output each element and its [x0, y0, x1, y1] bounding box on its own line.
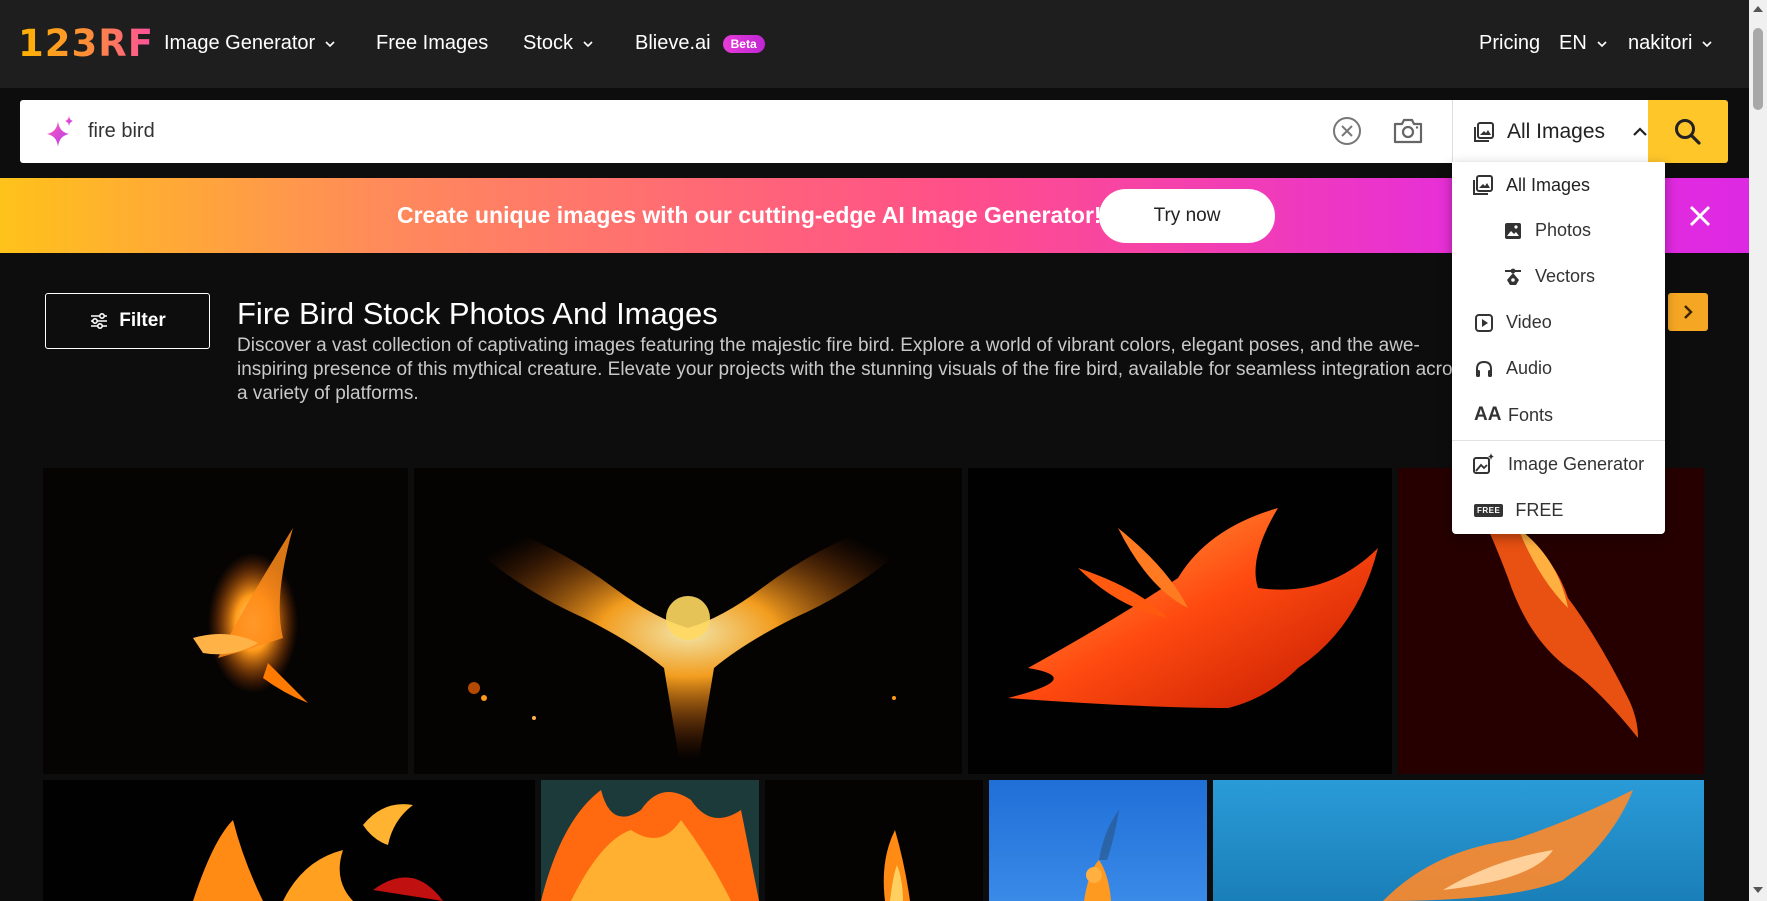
- fire-bird-image: [193, 528, 308, 703]
- image-type-select[interactable]: All Images: [1473, 100, 1649, 163]
- dropdown-item-fonts[interactable]: AA Fonts: [1474, 404, 1553, 426]
- scroll-down-arrow[interactable]: [1753, 887, 1763, 893]
- filter-sliders-icon: [91, 312, 108, 330]
- nav-blieve-label: Blieve.ai: [635, 32, 711, 54]
- dropdown-free-label: FREE: [1515, 500, 1564, 520]
- fire-bird-image: [1008, 508, 1378, 708]
- free-badge-icon: FREE: [1474, 504, 1504, 517]
- try-now-button[interactable]: Try now: [1099, 189, 1275, 243]
- image-tile[interactable]: [414, 468, 962, 774]
- filter-label: Filter: [119, 310, 166, 331]
- dropdown-item-audio[interactable]: Audio: [1474, 358, 1552, 379]
- fire-image: [1084, 810, 1119, 901]
- dropdown-item-free[interactable]: FREE FREE: [1474, 500, 1563, 521]
- image-tile[interactable]: [541, 780, 759, 901]
- nav-image-generator[interactable]: Image Generator: [164, 32, 337, 55]
- user-menu[interactable]: nakitori: [1628, 32, 1714, 55]
- brand-logo[interactable]: 123RF: [18, 22, 154, 65]
- chevron-right-icon: [1684, 305, 1693, 319]
- top-navbar: 123RF Image Generator Free Images Stock …: [0, 0, 1749, 88]
- dropdown-item-video[interactable]: Video: [1474, 312, 1552, 333]
- filter-button[interactable]: Filter: [45, 293, 210, 349]
- dropdown-item-photos[interactable]: Photos: [1503, 220, 1591, 241]
- nav-pricing[interactable]: Pricing: [1479, 32, 1540, 55]
- close-icon[interactable]: [1686, 202, 1714, 230]
- user-name: nakitori: [1628, 32, 1693, 54]
- language-selector[interactable]: EN: [1559, 32, 1609, 55]
- image-type-icon: [1473, 175, 1493, 195]
- chevron-down-icon: [1702, 40, 1713, 47]
- fire-image: [541, 790, 759, 901]
- camera-icon[interactable]: [1391, 115, 1425, 147]
- search-button[interactable]: [1648, 100, 1728, 163]
- search-input[interactable]: [88, 100, 1288, 163]
- image-tile[interactable]: [989, 780, 1207, 901]
- language-label: EN: [1559, 32, 1587, 54]
- image-tile[interactable]: [968, 468, 1392, 774]
- sparkle-icon: [47, 116, 73, 147]
- page-scrollbar[interactable]: [1749, 0, 1767, 901]
- page-title: Fire Bird Stock Photos And Images: [237, 296, 718, 331]
- image-tile[interactable]: [43, 468, 408, 774]
- next-button[interactable]: [1668, 293, 1708, 331]
- dropdown-video-label: Video: [1506, 312, 1552, 332]
- photo-icon: [1505, 222, 1521, 239]
- video-play-icon: [1475, 313, 1493, 332]
- fire-bird-image: [434, 508, 942, 758]
- search-icon: [1675, 118, 1701, 145]
- dropdown-item-image-generator[interactable]: Image Generator: [1472, 452, 1644, 476]
- fonts-icon: AA: [1474, 404, 1502, 425]
- dropdown-divider: [1452, 440, 1665, 441]
- scroll-thumb[interactable]: [1753, 28, 1763, 110]
- fire-image: [1383, 790, 1633, 901]
- image-tile[interactable]: [1213, 780, 1704, 901]
- search-divider: [1452, 100, 1453, 163]
- dropdown-audio-label: Audio: [1506, 358, 1553, 378]
- image-tile[interactable]: [43, 780, 535, 901]
- dropdown-photos-label: Photos: [1535, 220, 1592, 240]
- nav-free-images[interactable]: Free Images: [376, 32, 488, 55]
- chevron-up-icon: [1633, 126, 1647, 136]
- dropdown-image-generator-label: Image Generator: [1508, 453, 1645, 474]
- dropdown-item-all-images[interactable]: All Images: [1472, 174, 1590, 196]
- headphones-icon: [1476, 360, 1492, 377]
- image-type-selected: All Images: [1507, 119, 1606, 143]
- nav-free-images-label: Free Images: [376, 32, 489, 54]
- image-type-dropdown: All Images Photos Vectors Video Audio AA…: [1452, 162, 1665, 534]
- ai-image-icon: [1473, 453, 1494, 474]
- vector-pen-icon: [1505, 268, 1521, 285]
- nav-pricing-label: Pricing: [1479, 32, 1541, 54]
- clear-icon[interactable]: [1331, 115, 1363, 147]
- search-bar: All Images: [20, 100, 1726, 163]
- chevron-down-icon: [325, 40, 335, 47]
- scroll-up-arrow[interactable]: [1753, 6, 1763, 12]
- page-description: Discover a vast collection of captivatin…: [237, 335, 1472, 404]
- dropdown-all-images-label: All Images: [1506, 174, 1591, 195]
- chevron-down-icon: [583, 40, 593, 47]
- nav-stock-label: Stock: [523, 32, 574, 54]
- image-tile[interactable]: [765, 780, 983, 901]
- nav-blieve[interactable]: Blieve.ai Beta: [635, 32, 765, 55]
- nav-image-generator-label: Image Generator: [164, 32, 316, 54]
- fire-image: [883, 830, 910, 901]
- banner-text: Create unique images with our cutting-ed…: [397, 202, 1102, 228]
- fire-image: [193, 804, 443, 901]
- beta-badge: Beta: [722, 34, 765, 53]
- dropdown-item-vectors[interactable]: Vectors: [1503, 266, 1595, 287]
- image-type-icon: [1474, 121, 1494, 142]
- dropdown-fonts-label: Fonts: [1508, 404, 1554, 425]
- chevron-down-icon: [1597, 40, 1607, 47]
- nav-stock[interactable]: Stock: [523, 32, 595, 55]
- dropdown-vectors-label: Vectors: [1535, 266, 1596, 286]
